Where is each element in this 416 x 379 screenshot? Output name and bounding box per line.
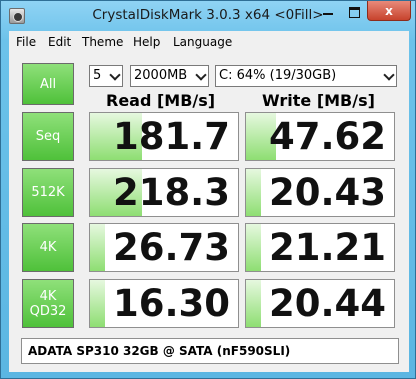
menu-language[interactable]: Language [173,35,232,49]
main-panel: All 5 2000MB C: 64% (19/30GB) Read [MB/s… [9,53,409,372]
write-column-header: Write [MB/s] [262,91,375,110]
title-bar: CrystalDiskMark 3.0.3 x64 <0Fill> x [1,1,415,31]
result-value: 26.73 [112,226,230,269]
4k-test-button[interactable]: 4K [22,223,74,272]
4k-qd32-read-result: 16.30 [89,279,239,328]
maximize-button[interactable] [341,1,367,21]
result-value: 181.7 [112,115,230,158]
menu-bar: File Edit Theme Help Language [9,31,409,53]
minimize-button[interactable] [315,1,341,21]
menu-file[interactable]: File [16,35,36,49]
run-all-button[interactable]: All [22,63,74,105]
seq-test-button[interactable]: Seq [22,112,74,161]
drive-value: C: 64% (19/30GB) [219,68,337,83]
result-value: 20.43 [268,171,386,214]
read-column-header: Read [MB/s] [106,91,216,110]
test-label-line2: QD32 [29,303,67,319]
chevron-down-icon [196,71,206,81]
app-window: CrystalDiskMark 3.0.3 x64 <0Fill> x File… [0,0,416,379]
seq-write-result: 47.62 [245,112,395,161]
4k-write-result: 21.21 [245,223,395,272]
4k-read-result: 26.73 [89,223,239,272]
drive-select[interactable]: C: 64% (19/30GB) [215,65,397,87]
result-value: 21.21 [268,226,386,269]
close-button[interactable]: x [367,1,411,21]
512k-test-button[interactable]: 512K [22,168,74,217]
chevron-down-icon [110,71,120,81]
512k-write-result: 20.43 [245,168,395,217]
test-size-select[interactable]: 2000MB [130,65,209,87]
result-value: 218.3 [112,171,230,214]
4k-qd32-write-result: 20.44 [245,279,395,328]
result-value: 20.44 [268,282,386,325]
menu-edit[interactable]: Edit [48,35,71,49]
512k-read-result: 218.3 [89,168,239,217]
result-value: 47.62 [268,115,386,158]
seq-read-result: 181.7 [89,112,239,161]
menu-help[interactable]: Help [133,35,160,49]
menu-theme[interactable]: Theme [82,35,123,49]
test-count-value: 5 [93,68,102,83]
4k-qd32-test-button[interactable]: 4K QD32 [22,279,74,328]
chevron-down-icon [384,71,394,81]
test-size-value: 2000MB [134,68,188,83]
test-label-line1: 4K [39,288,57,304]
result-value: 16.30 [112,282,230,325]
test-count-select[interactable]: 5 [89,65,123,87]
comment-field[interactable]: ADATA SP310 32GB @ SATA (nF590SLI) [21,338,399,364]
